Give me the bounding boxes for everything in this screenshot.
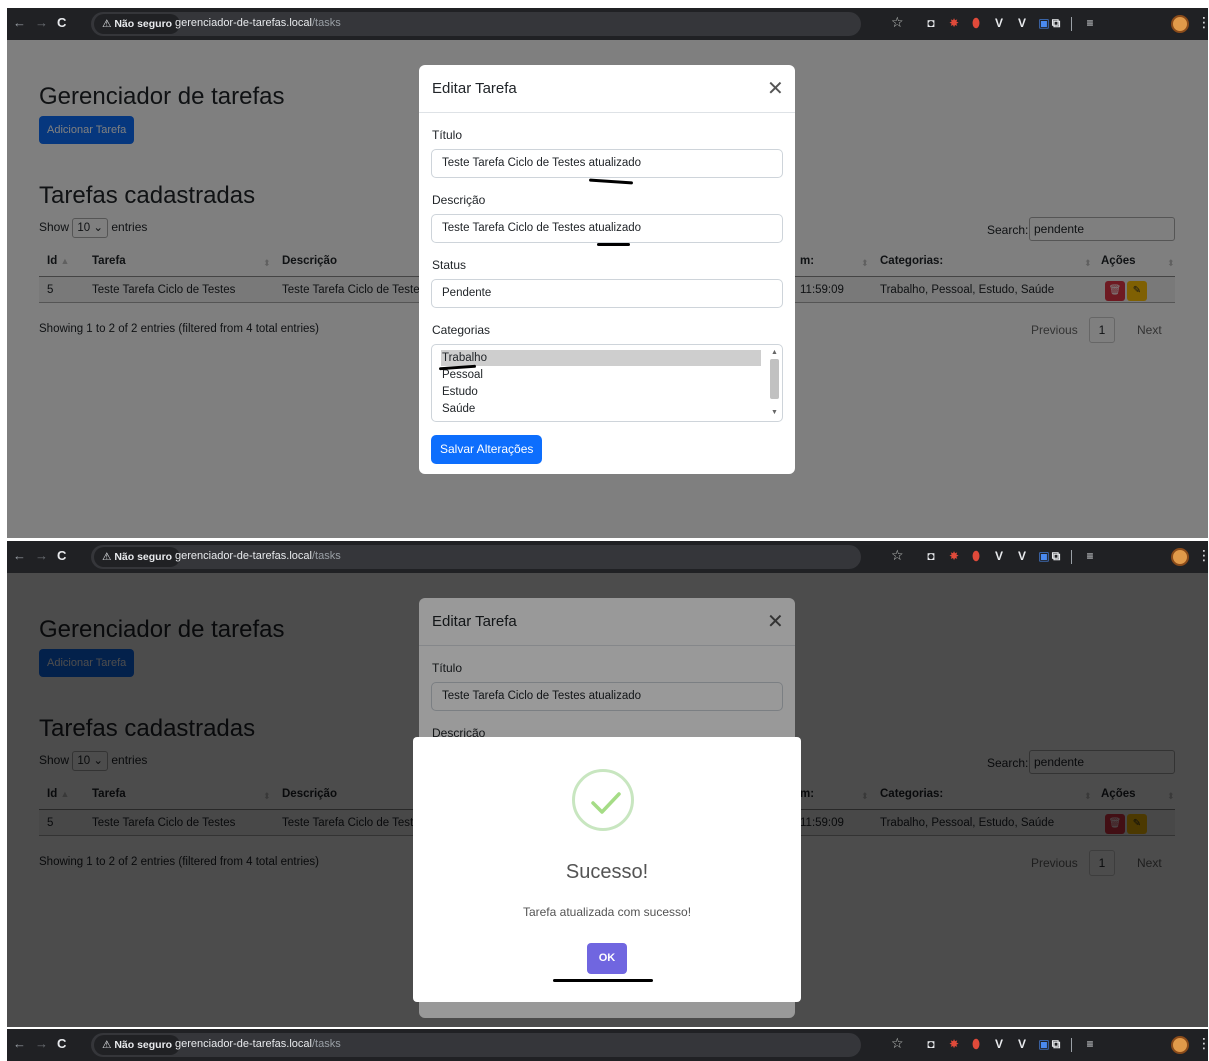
red-extension-icon[interactable]: ✸ xyxy=(947,16,961,30)
security-chip[interactable]: ⚠ Não seguro xyxy=(94,547,181,567)
check-icon xyxy=(591,792,621,814)
v-extension-icon[interactable]: V xyxy=(992,1037,1006,1051)
success-check-icon xyxy=(572,769,634,831)
menu-kebab-icon[interactable]: ⋮ xyxy=(1197,1035,1208,1052)
url-path: /tasks xyxy=(311,550,341,562)
back-icon[interactable]: ← xyxy=(13,548,26,563)
titulo-label: Título xyxy=(432,128,463,142)
option-saude[interactable]: Saúde xyxy=(441,401,761,417)
scroll-down-icon[interactable]: ▼ xyxy=(771,409,778,416)
back-icon[interactable]: ← xyxy=(13,15,26,30)
menu-kebab-icon[interactable]: ⋮ xyxy=(1197,14,1208,31)
camera-extension-icon[interactable]: ◘ xyxy=(924,1037,938,1051)
success-title: Sucesso! xyxy=(565,861,649,883)
toolbar-divider xyxy=(1071,17,1072,31)
bookmark-star-icon[interactable]: ☆ xyxy=(891,1035,904,1052)
shield-extension-icon[interactable]: ⬮ xyxy=(969,549,983,563)
screenshot-success-dialog: ← → C ⚠ Não seguro gerenciador-de-tarefa… xyxy=(7,541,1208,1027)
modal-header: Editar Tarefa ✕ xyxy=(419,65,795,113)
menu-kebab-icon[interactable]: ⋮ xyxy=(1197,547,1208,564)
option-pessoal[interactable]: Pessoal xyxy=(441,367,761,383)
back-icon[interactable]: ← xyxy=(13,1036,26,1051)
reload-icon[interactable]: C xyxy=(57,15,66,30)
v-extension-2-icon[interactable]: V xyxy=(1015,549,1029,563)
url-host: gerenciador-de-tarefas.local xyxy=(175,1038,312,1050)
forward-icon[interactable]: → xyxy=(35,1036,48,1051)
titulo-input[interactable]: Teste Tarefa Ciclo de Testes atualizado xyxy=(431,149,783,178)
v-extension-2-icon[interactable]: V xyxy=(1015,1037,1029,1051)
annotation-underline xyxy=(597,243,630,246)
annotation-underline xyxy=(553,979,653,982)
scroll-up-icon[interactable]: ▲ xyxy=(771,349,778,356)
url-path: /tasks xyxy=(311,17,341,29)
screenshot-edit-modal: ← → C ⚠ Não seguro gerenciador-de-tarefa… xyxy=(7,8,1208,538)
edit-task-modal: Editar Tarefa ✕ Título Teste Tarefa Cicl… xyxy=(419,65,795,474)
status-label: Status xyxy=(432,258,467,272)
shield-extension-icon[interactable]: ⬮ xyxy=(969,1037,983,1051)
url-text[interactable]: gerenciador-de-tarefas.local/tasks xyxy=(175,1038,341,1050)
browser-toolbar: ← → C ⚠ Não seguro gerenciador-de-tarefa… xyxy=(7,541,1208,573)
option-estudo[interactable]: Estudo xyxy=(441,384,761,400)
camera-extension-icon[interactable]: ◘ xyxy=(924,549,938,563)
shield-extension-icon[interactable]: ⬮ xyxy=(969,16,983,30)
puzzle-extension-icon[interactable]: ⧉ xyxy=(1049,1037,1063,1051)
url-host: gerenciador-de-tarefas.local xyxy=(175,550,312,562)
address-bar[interactable]: ⚠ Não seguro gerenciador-de-tarefas.loca… xyxy=(91,12,861,36)
annotation-underline xyxy=(588,178,634,185)
toolbar-divider xyxy=(1071,550,1072,564)
url-text[interactable]: gerenciador-de-tarefas.local/tasks xyxy=(175,550,341,562)
list-scrollbar[interactable]: ▲ ▼ xyxy=(769,349,780,419)
forward-icon[interactable]: → xyxy=(35,548,48,563)
url-path: /tasks xyxy=(311,1038,341,1050)
profile-avatar-icon[interactable] xyxy=(1171,1036,1189,1054)
screenshot-toolbar-strip: ← → C ⚠ Não seguro gerenciador-de-tarefa… xyxy=(7,1029,1208,1061)
bookmark-star-icon[interactable]: ☆ xyxy=(891,14,904,31)
url-host: gerenciador-de-tarefas.local xyxy=(175,17,312,29)
reading-list-icon[interactable]: ≡ xyxy=(1083,549,1097,563)
modal-title: Editar Tarefa xyxy=(432,80,517,97)
save-changes-button[interactable]: Salvar Alterações xyxy=(431,435,543,464)
red-extension-icon[interactable]: ✸ xyxy=(947,1037,961,1051)
bookmark-star-icon[interactable]: ☆ xyxy=(891,547,904,564)
camera-extension-icon[interactable]: ◘ xyxy=(924,16,938,30)
option-trabalho[interactable]: Trabalho xyxy=(441,350,761,366)
puzzle-extension-icon[interactable]: ⧉ xyxy=(1049,16,1063,30)
success-dialog: Sucesso! Tarefa atualizada com sucesso! … xyxy=(413,737,801,1002)
security-chip[interactable]: ⚠ Não seguro xyxy=(94,1035,181,1055)
v-extension-icon[interactable]: V xyxy=(992,16,1006,30)
address-bar[interactable]: ⚠ Não seguro gerenciador-de-tarefas.loca… xyxy=(91,1033,861,1057)
browser-toolbar: ← → C ⚠ Não seguro gerenciador-de-tarefa… xyxy=(7,8,1208,40)
status-select[interactable]: Pendente xyxy=(431,279,783,308)
security-chip[interactable]: ⚠ Não seguro xyxy=(94,14,181,34)
profile-avatar-icon[interactable] xyxy=(1171,15,1189,33)
page-content: Gerenciador de tarefas Adicionar Tarefa … xyxy=(7,40,1208,538)
categorias-multiselect[interactable]: Trabalho Pessoal Estudo Saúde ▲ ▼ xyxy=(431,344,783,422)
reading-list-icon[interactable]: ≡ xyxy=(1083,16,1097,30)
puzzle-extension-icon[interactable]: ⧉ xyxy=(1049,549,1063,563)
descricao-input[interactable]: Teste Tarefa Ciclo de Testes atualizado xyxy=(431,214,783,243)
v-extension-2-icon[interactable]: V xyxy=(1015,16,1029,30)
v-extension-icon[interactable]: V xyxy=(992,549,1006,563)
close-icon[interactable]: ✕ xyxy=(767,76,784,101)
ok-button[interactable]: OK xyxy=(587,943,627,974)
toolbar-divider xyxy=(1071,1038,1072,1052)
reading-list-icon[interactable]: ≡ xyxy=(1083,1037,1097,1051)
url-text[interactable]: gerenciador-de-tarefas.local/tasks xyxy=(175,17,341,29)
page-content: Gerenciador de tarefas Adicionar Tarefa … xyxy=(7,573,1208,1027)
scrollbar-thumb[interactable] xyxy=(770,359,779,399)
reload-icon[interactable]: C xyxy=(57,548,66,563)
address-bar[interactable]: ⚠ Não seguro gerenciador-de-tarefas.loca… xyxy=(91,545,861,569)
forward-icon[interactable]: → xyxy=(35,15,48,30)
red-extension-icon[interactable]: ✸ xyxy=(947,549,961,563)
profile-avatar-icon[interactable] xyxy=(1171,548,1189,566)
categorias-label: Categorias xyxy=(432,323,491,337)
reload-icon[interactable]: C xyxy=(57,1036,66,1051)
success-message: Tarefa atualizada com sucesso! xyxy=(522,905,692,919)
descricao-label: Descrição xyxy=(432,193,486,207)
browser-toolbar: ← → C ⚠ Não seguro gerenciador-de-tarefa… xyxy=(7,1029,1208,1061)
